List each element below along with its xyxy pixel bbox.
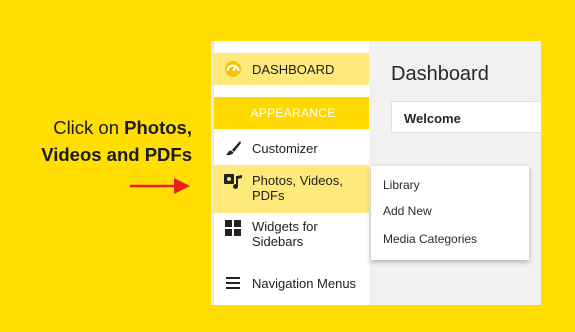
media-flyout-menu: Library Add New Media Categories <box>371 166 529 260</box>
sidebar-item-dashboard[interactable]: DASHBOARD <box>214 53 372 85</box>
admin-screenshot: DASHBOARD APPEARANCE Customizer Photos, … <box>211 41 541 305</box>
instruction-prefix: Click on <box>53 117 125 138</box>
admin-sidebar: DASHBOARD APPEARANCE Customizer Photos, … <box>211 41 380 305</box>
sidebar-item-navigation-menus[interactable]: Navigation Menus <box>214 271 372 295</box>
sidebar-item-photos-videos-pdfs[interactable]: Photos, Videos, PDFs <box>214 165 372 213</box>
widgets-icon <box>222 219 244 237</box>
sidebar-item-widgets[interactable]: Widgets for Sidebars <box>214 219 372 263</box>
dashboard-gauge-icon <box>222 60 244 78</box>
sidebar-item-label: Photos, Videos, PDFs <box>252 173 343 203</box>
flyout-item-media-categories[interactable]: Media Categories <box>383 232 477 246</box>
sidebar-dashboard-label: DASHBOARD <box>252 61 335 77</box>
page-title: Dashboard <box>391 63 489 85</box>
brush-icon <box>222 139 244 157</box>
red-arrow-icon <box>130 178 190 194</box>
instruction-text: Click on Photos, Videos and PDFs <box>14 114 192 168</box>
media-icon <box>222 173 244 191</box>
menu-icon <box>222 276 244 290</box>
sidebar-section-appearance[interactable]: APPEARANCE <box>214 97 372 129</box>
sidebar-item-label: Customizer <box>252 140 318 156</box>
flyout-item-library[interactable]: Library <box>383 178 420 192</box>
sidebar-item-label: Navigation Menus <box>252 275 357 291</box>
appearance-label: APPEARANCE <box>250 106 336 120</box>
flyout-item-add-new[interactable]: Add New <box>383 204 432 218</box>
sidebar-item-customizer[interactable]: Customizer <box>214 133 372 163</box>
welcome-panel[interactable]: Welcome <box>391 101 541 133</box>
sidebar-item-label: Widgets for Sidebars <box>252 219 318 249</box>
